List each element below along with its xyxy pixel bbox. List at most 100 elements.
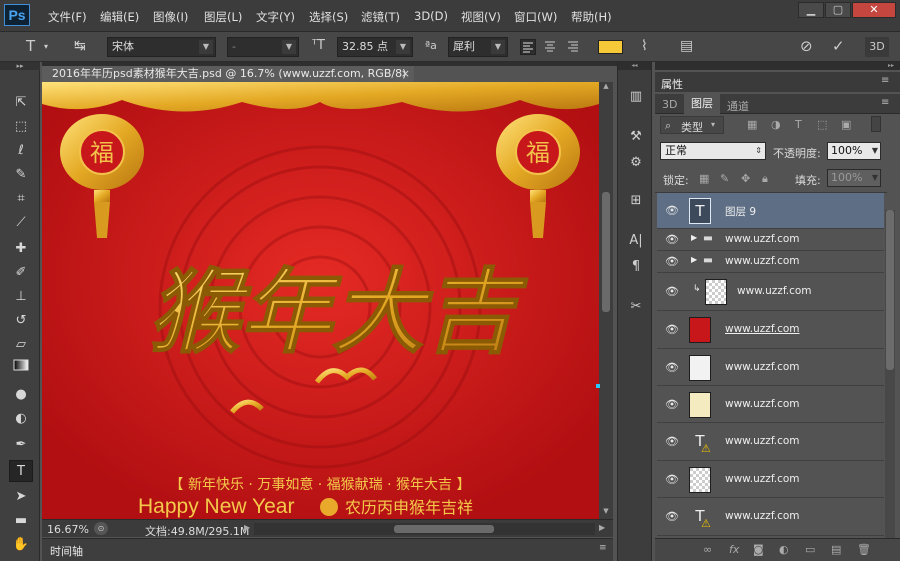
eraser-tool-icon[interactable]: ▱ xyxy=(9,334,33,356)
commit-check-icon[interactable]: ✓ xyxy=(832,36,845,56)
dodge-tool-icon[interactable]: ◐ xyxy=(9,408,33,430)
collapse-toolbox-icon[interactable]: ▸▸ xyxy=(0,62,40,70)
adjustment-layer-icon[interactable]: ◐ xyxy=(779,543,789,556)
font-size-select[interactable]: 32.85 点 ▼ xyxy=(337,37,413,57)
menu-file[interactable]: 文件(F) xyxy=(48,9,87,25)
layer-row[interactable]: 👁︎ www.uzzf.com xyxy=(657,386,884,423)
brush-panel-icon[interactable]: ✂ xyxy=(626,298,646,316)
fill-input[interactable]: 100% ▼ xyxy=(827,169,881,187)
scroll-up-icon[interactable]: ▲ xyxy=(599,82,613,94)
scroll-right-icon[interactable]: ▶ xyxy=(599,523,605,532)
layer-filter-select[interactable]: ⌕ 类型 ▾ xyxy=(660,116,724,134)
eye-icon[interactable]: 👁︎ xyxy=(665,473,679,486)
expand-group-icon[interactable]: ▶ xyxy=(691,233,697,242)
rectangle-tool-icon[interactable]: ▬ xyxy=(9,510,33,532)
properties-tab[interactable]: 属性 xyxy=(661,76,683,92)
lock-position-icon[interactable]: ✥ xyxy=(741,172,750,185)
menu-filter[interactable]: 滤镜(T) xyxy=(361,9,400,25)
collapse-panel-icon[interactable]: ▸▸ xyxy=(655,62,900,70)
menu-help[interactable]: 帮助(H) xyxy=(571,9,612,25)
layer-row[interactable]: 👁︎ T 图层 9 xyxy=(657,193,884,229)
hand-tool-icon[interactable]: ✋ xyxy=(9,534,33,556)
eye-icon[interactable]: 👁︎ xyxy=(665,285,679,298)
layer-name[interactable]: www.uzzf.com xyxy=(725,510,800,522)
eye-icon[interactable]: 👁︎ xyxy=(665,510,679,523)
eye-icon[interactable]: 👁︎ xyxy=(665,233,679,246)
collapse-strip-icon[interactable]: ◂◂ xyxy=(618,62,651,70)
lock-all-icon[interactable]: 🔒︎ xyxy=(762,172,768,186)
layer-name[interactable]: www.uzzf.com xyxy=(725,255,800,267)
close-tab-icon[interactable]: × xyxy=(401,66,410,82)
lock-transparent-icon[interactable]: ▦ xyxy=(699,172,709,185)
font-family-select[interactable]: 宋体 ▼ xyxy=(107,37,216,57)
quick-select-tool-icon[interactable]: ✎ xyxy=(9,164,33,186)
add-mask-icon[interactable]: ◙ xyxy=(753,543,764,556)
menu-image[interactable]: 图像(I) xyxy=(153,9,188,25)
clone-source-panel-icon[interactable]: ⊞ xyxy=(626,192,646,210)
scroll-down-icon[interactable]: ▼ xyxy=(599,507,613,519)
panel-menu-icon[interactable]: ≡ xyxy=(599,543,607,553)
document-canvas[interactable]: 福 福 猴年大吉 【 新年快乐 · 万事如意 · 福猴献瑞 · 猴年大吉 】 H… xyxy=(42,82,599,519)
layer-name[interactable]: www.uzzf.com xyxy=(737,285,812,297)
layer-row[interactable]: 👁︎ ↳ www.uzzf.com xyxy=(657,273,884,311)
tool-preset-chevron-icon[interactable]: ▾ xyxy=(44,37,48,57)
tab-3d[interactable]: 3D xyxy=(662,98,677,111)
text-color-swatch[interactable] xyxy=(598,40,623,54)
layer-name[interactable]: www.uzzf.com xyxy=(725,435,800,447)
filter-shape-icon[interactable]: ⬚ xyxy=(817,118,827,131)
close-window-button[interactable]: ✕ xyxy=(852,2,896,18)
layer-row[interactable]: 👁︎ www.uzzf.com xyxy=(657,461,884,498)
tab-layers[interactable]: 图层 xyxy=(684,94,720,114)
antialias-select[interactable]: 犀利 ▼ xyxy=(448,37,508,57)
layer-name[interactable]: www.uzzf.com xyxy=(725,473,800,485)
eyedropper-tool-icon[interactable]: ⟋ xyxy=(9,212,33,234)
history-panel-icon[interactable]: ▥ xyxy=(626,88,646,106)
cancel-icon[interactable]: ⊘ xyxy=(800,36,813,56)
vertical-scrollbar[interactable]: ▲ ▼ xyxy=(599,82,613,519)
timeline-label[interactable]: 时间轴 xyxy=(50,543,83,559)
lasso-tool-icon[interactable]: ℓ xyxy=(9,140,33,162)
delete-layer-icon[interactable]: 🗑︎ xyxy=(857,543,871,556)
layer-name[interactable]: www.uzzf.com xyxy=(725,323,800,335)
align-left-button[interactable] xyxy=(520,39,536,55)
eye-icon[interactable]: 👁︎ xyxy=(665,361,679,374)
menu-type[interactable]: 文字(Y) xyxy=(256,9,295,25)
panel-menu-icon[interactable]: ≡ xyxy=(881,75,889,86)
layer-name[interactable]: 图层 9 xyxy=(725,204,756,219)
history-brush-tool-icon[interactable]: ↺ xyxy=(9,310,33,332)
brush-tool-icon[interactable]: ✐ xyxy=(9,262,33,284)
layer-row[interactable]: 👁︎ ▶ ▬ www.uzzf.com xyxy=(657,251,884,273)
gradient-tool-icon[interactable] xyxy=(9,358,33,380)
new-layer-icon[interactable]: ▤ xyxy=(831,543,841,556)
adjustments-panel-icon[interactable]: ⚙ xyxy=(626,154,646,172)
blend-mode-select[interactable]: 正常 ⇕ xyxy=(660,142,766,160)
zoom-level[interactable]: 16.67% xyxy=(47,523,89,536)
type-tool-icon[interactable]: T xyxy=(9,460,33,482)
menu-select[interactable]: 选择(S) xyxy=(309,9,348,25)
eye-icon[interactable]: 👁︎ xyxy=(665,398,679,411)
opacity-input[interactable]: 100% ▼ xyxy=(827,142,881,160)
minimize-button[interactable]: ▁ xyxy=(798,2,824,18)
layers-scrollbar[interactable] xyxy=(885,210,895,540)
status-arrow-icon[interactable]: ▶ xyxy=(244,523,250,532)
layer-name[interactable]: www.uzzf.com xyxy=(725,233,800,245)
warp-text-icon[interactable]: ⌇ xyxy=(641,36,648,56)
menu-view[interactable]: 视图(V) xyxy=(461,9,501,25)
align-right-button[interactable] xyxy=(566,39,582,55)
tool-presets-panel-icon[interactable]: ⚒ xyxy=(626,128,646,146)
path-select-tool-icon[interactable]: ➤ xyxy=(9,486,33,508)
panel-menu-icon[interactable]: ≡ xyxy=(881,97,889,108)
align-center-button[interactable] xyxy=(543,39,559,55)
healing-brush-tool-icon[interactable]: ✚ xyxy=(9,238,33,260)
new-group-icon[interactable]: ▭ xyxy=(805,543,815,556)
document-tab[interactable]: 2016年年历psd素材猴年大吉.psd @ 16.7% (www.uzzf.c… xyxy=(42,66,414,82)
layer-row[interactable]: 👁︎ ▶ ▬ www.uzzf.com xyxy=(657,229,884,251)
lock-image-icon[interactable]: ✎ xyxy=(720,172,729,185)
expand-group-icon[interactable]: ▶ xyxy=(691,255,697,264)
menu-layer[interactable]: 图层(L) xyxy=(204,9,242,25)
menu-window[interactable]: 窗口(W) xyxy=(514,9,557,25)
layer-row[interactable]: 👁︎ T ⚠ www.uzzf.com xyxy=(657,498,884,536)
tab-channels[interactable]: 通道 xyxy=(727,98,749,114)
filter-toggle[interactable] xyxy=(871,116,881,132)
link-layers-icon[interactable]: ∞ xyxy=(703,543,712,556)
